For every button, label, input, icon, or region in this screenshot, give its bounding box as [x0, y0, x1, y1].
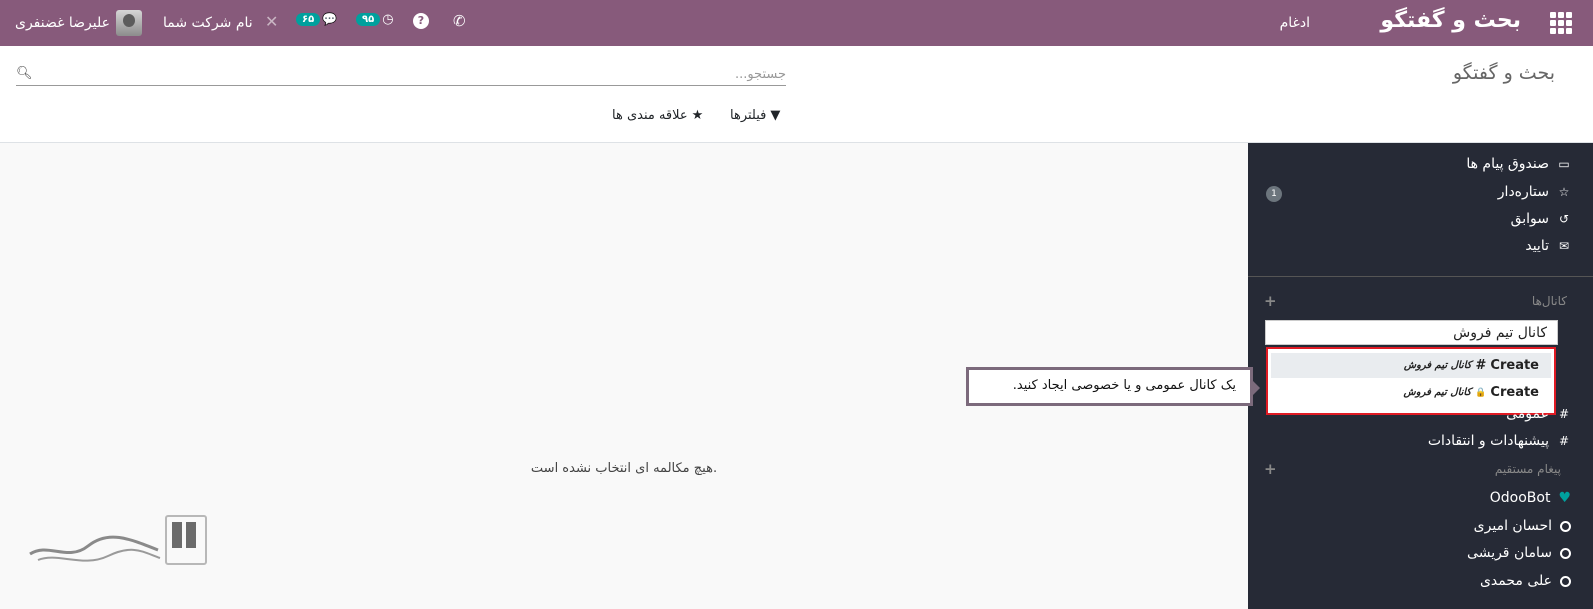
- inbox-icon: ▭: [1558, 157, 1570, 171]
- dm-item-label: علی محمدی: [1479, 573, 1552, 589]
- dm-item-label: احسان امیری: [1473, 518, 1552, 534]
- messages-badge: ۶۵: [296, 12, 321, 26]
- activities-badge: ۹۵: [356, 13, 381, 26]
- filter-icon: ▼: [770, 108, 781, 123]
- hash-icon: #: [1558, 434, 1570, 448]
- history-icon: ↺: [1558, 212, 1570, 226]
- option-action: Create: [1490, 358, 1539, 373]
- status-circle-icon: [1560, 520, 1571, 532]
- sidebar-item-starred[interactable]: ☆ ستاره‌دار: [1498, 184, 1571, 200]
- dm-item-odoobot[interactable]: ♥ OdooBot: [1490, 490, 1571, 506]
- app-brand[interactable]: بحث و گفتگو: [1380, 8, 1521, 33]
- close-icon[interactable]: ✕: [265, 12, 278, 31]
- sidebar-item-label: صندوق پیام ها: [1466, 156, 1549, 172]
- sidebar-item-label: پیشنهادات و انتقادات: [1427, 433, 1549, 449]
- create-private-channel-option[interactable]: کانال تیم فروش 🔒 Create: [1271, 380, 1551, 405]
- apps-menu-icon[interactable]: [1550, 12, 1572, 34]
- tour-tooltip: یک کانال عمومی و یا خصوصی ایجاد کنید.: [966, 367, 1260, 406]
- watermark-logo: [29, 515, 207, 565]
- heart-icon: ♥: [1558, 490, 1571, 506]
- dm-item-label: OdooBot: [1489, 490, 1551, 506]
- star-icon: ★: [691, 108, 704, 123]
- envelope-icon: ✉: [1558, 239, 1570, 253]
- tooltip-text: یک کانال عمومی و یا خصوصی ایجاد کنید.: [1012, 378, 1236, 393]
- sidebar-item-label: سوابق: [1510, 211, 1549, 227]
- help-icon[interactable]: ?: [413, 13, 429, 29]
- control-panel: بحث و گفتگو 🔍︎ فیلترها ▼ علاقه مندی ها ★: [0, 46, 1593, 143]
- channel-name-input[interactable]: [1265, 320, 1558, 345]
- add-channel-icon[interactable]: +: [1264, 292, 1277, 310]
- sidebar-divider: [1248, 276, 1593, 277]
- merge-menu[interactable]: ادغام: [1280, 15, 1310, 31]
- discuss-sidebar: ▭ صندوق پیام ها ☆ ستاره‌دار 1 ↺ سوابق ✉ …: [1248, 143, 1593, 609]
- option-channel-name: کانال تیم فروش: [1403, 387, 1472, 398]
- hash-icon: #: [1558, 407, 1570, 421]
- sidebar-item-channel-feedback[interactable]: # پیشنهادات و انتقادات: [1428, 433, 1571, 449]
- search-icon[interactable]: 🔍︎: [16, 66, 33, 81]
- user-menu[interactable]: علیرضا غضنفری: [15, 10, 142, 36]
- dm-item-saman[interactable]: سامان قریشی: [1467, 545, 1571, 561]
- lock-icon: 🔒: [1475, 387, 1487, 398]
- sidebar-item-label: عمومی: [1506, 406, 1549, 422]
- favorites-label: علاقه مندی ها: [612, 108, 688, 123]
- messages-menu[interactable]: ۶۵ 💬: [296, 12, 337, 26]
- direct-messages-category-title[interactable]: پیغام مستقیم: [1495, 462, 1561, 476]
- sidebar-item-moderation[interactable]: ✉ تایید: [1525, 238, 1571, 254]
- empty-state-text: هیچ مکالمه ای انتخاب نشده است.: [530, 461, 718, 476]
- status-circle-icon: [1560, 547, 1571, 559]
- sidebar-item-label: ستاره‌دار: [1497, 184, 1549, 200]
- option-action: Create: [1490, 385, 1539, 400]
- dm-item-ehsan[interactable]: احسان امیری: [1474, 518, 1571, 534]
- company-switcher[interactable]: نام شرکت شما: [163, 15, 253, 31]
- hash-icon: #: [1475, 358, 1487, 373]
- phone-icon[interactable]: ✆: [453, 12, 466, 30]
- sidebar-item-channel-general[interactable]: # عمومی: [1506, 406, 1571, 422]
- starred-counter: 1: [1266, 186, 1282, 202]
- avatar: [116, 10, 142, 36]
- channel-autocomplete-dropdown: کانال تیم فروش # Create کانال تیم فروش 🔒…: [1266, 347, 1556, 415]
- search-input[interactable]: [46, 64, 786, 84]
- filters-label: فیلترها: [730, 108, 767, 123]
- search-bar: 🔍︎: [16, 64, 786, 86]
- dm-item-ali[interactable]: علی محمدی: [1480, 573, 1571, 589]
- star-icon: ☆: [1558, 185, 1570, 199]
- clock-icon: ◷: [382, 12, 394, 27]
- dm-item-label: سامان قریشی: [1467, 545, 1552, 561]
- add-direct-message-icon[interactable]: +: [1264, 460, 1277, 478]
- favorites-button[interactable]: علاقه مندی ها ★: [612, 108, 703, 123]
- option-channel-name: کانال تیم فروش: [1403, 360, 1472, 371]
- channels-category-title[interactable]: کانال‌ها: [1532, 294, 1567, 308]
- chat-icon: 💬: [322, 12, 338, 26]
- user-name: علیرضا غضنفری: [15, 15, 110, 31]
- sidebar-item-history[interactable]: ↺ سوابق: [1511, 211, 1571, 227]
- status-circle-icon: [1560, 575, 1571, 587]
- activities-menu[interactable]: ۹۵ ◷: [356, 12, 394, 27]
- create-public-channel-option[interactable]: کانال تیم فروش # Create: [1271, 353, 1551, 378]
- top-navbar: بحث و گفتگو ادغام ✆ ? ۹۵ ◷ ۶۵ 💬 ✕ نام شر…: [0, 0, 1593, 46]
- page-title: بحث و گفتگو: [1452, 62, 1555, 84]
- filters-button[interactable]: فیلترها ▼: [730, 108, 780, 123]
- sidebar-item-label: تایید: [1525, 238, 1549, 254]
- sidebar-item-inbox[interactable]: ▭ صندوق پیام ها: [1466, 156, 1571, 172]
